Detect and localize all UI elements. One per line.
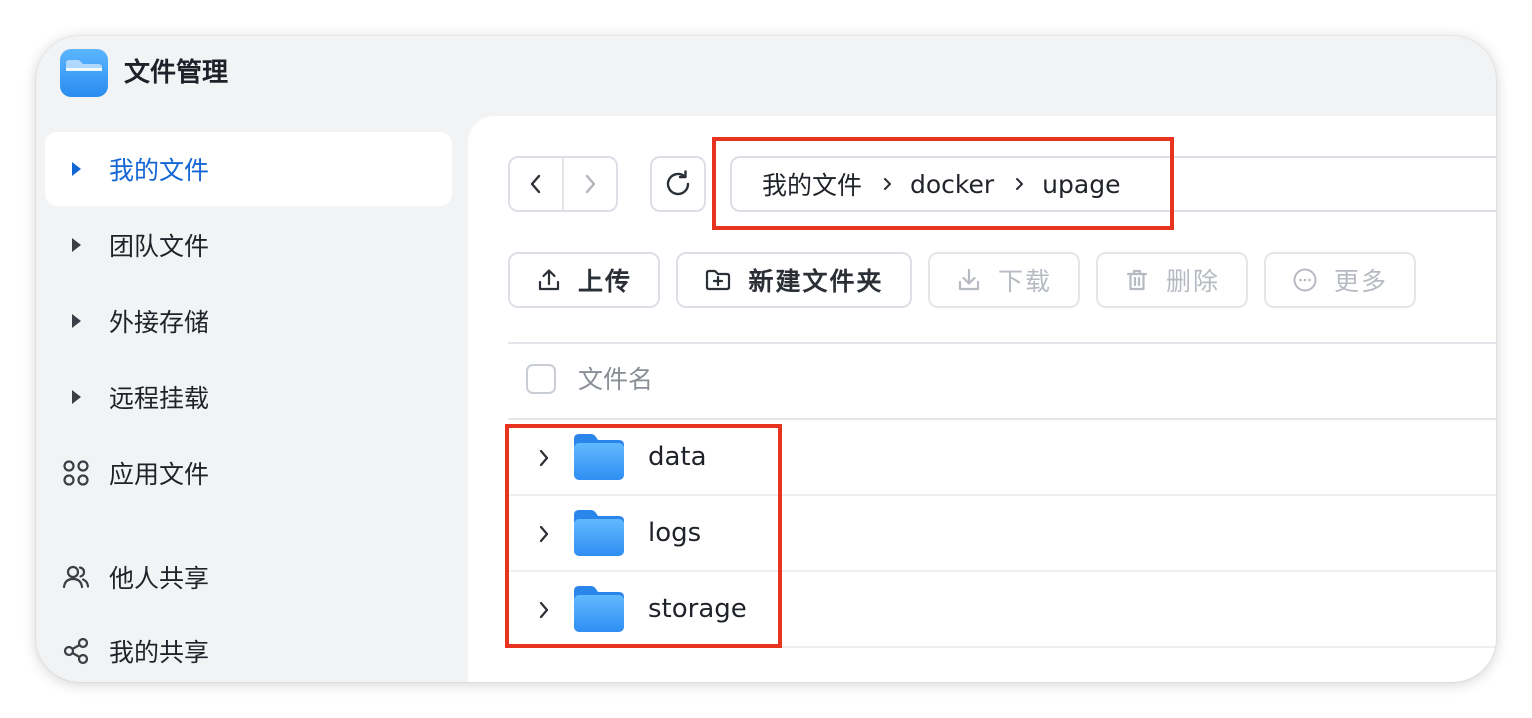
folder-app-icon <box>60 49 108 97</box>
sidebar-item-external-storage[interactable]: 外接存储 <box>45 284 452 358</box>
caret-right-icon <box>61 230 91 260</box>
trash-icon <box>1124 267 1150 293</box>
sidebar-item-app-files[interactable]: 应用文件 <box>45 436 452 510</box>
sidebar-item-team-files[interactable]: 团队文件 <box>45 208 452 282</box>
history-nav-group <box>508 156 618 212</box>
sidebar-item-label: 他人共享 <box>109 564 210 593</box>
chevron-right-icon <box>585 174 596 194</box>
sidebar-item-shared-with-me[interactable]: 他人共享 <box>45 540 452 614</box>
file-name: data <box>648 442 707 472</box>
divider <box>508 646 1496 648</box>
table-row[interactable]: storage <box>508 572 1496 648</box>
select-all-checkbox[interactable] <box>526 364 556 394</box>
upload-icon <box>536 267 562 293</box>
expand-chevron-icon[interactable] <box>534 447 554 469</box>
caret-right-icon <box>61 306 91 336</box>
forward-button[interactable] <box>564 158 616 210</box>
sidebar-item-label: 应用文件 <box>109 460 210 489</box>
main-panel: 我的文件 docker upage 上传 新建文件夹 下载 删除 更多 文件名 … <box>468 116 1496 682</box>
sidebar-item-label: 我的文件 <box>109 156 210 185</box>
table-row[interactable]: logs <box>508 496 1496 572</box>
app-title: 文件管理 <box>124 58 229 88</box>
caret-right-icon <box>61 382 91 412</box>
folder-icon <box>574 586 624 632</box>
file-name: storage <box>648 594 747 624</box>
breadcrumb-item-docker[interactable]: docker <box>910 170 994 199</box>
folder-icon <box>574 510 624 556</box>
users-icon <box>61 562 91 592</box>
sidebar-item-remote-mount[interactable]: 远程挂载 <box>45 360 452 434</box>
share-icon <box>61 636 91 666</box>
expand-chevron-icon[interactable] <box>534 599 554 621</box>
apps-grid-icon <box>61 458 91 488</box>
folder-icon <box>574 434 624 480</box>
refresh-icon <box>666 170 690 196</box>
upload-button[interactable]: 上传 <box>508 252 660 308</box>
expand-chevron-icon[interactable] <box>534 523 554 545</box>
sidebar-item-my-shares[interactable]: 我的共享 <box>45 614 452 682</box>
table-header: 文件名 <box>508 344 1496 418</box>
caret-right-icon <box>61 154 91 184</box>
delete-button[interactable]: 删除 <box>1096 252 1248 308</box>
refresh-button[interactable] <box>650 156 706 212</box>
download-button[interactable]: 下载 <box>928 252 1080 308</box>
table-row[interactable]: data <box>508 420 1496 496</box>
sidebar-item-label: 外接存储 <box>109 308 210 337</box>
chevron-right-icon <box>1014 176 1024 192</box>
chevron-left-icon <box>530 174 541 194</box>
sidebar-item-label: 我的共享 <box>109 638 210 667</box>
more-button[interactable]: 更多 <box>1264 252 1416 308</box>
sidebar-item-label: 远程挂载 <box>109 384 210 413</box>
file-name: logs <box>648 518 702 548</box>
breadcrumb-item-my-files[interactable]: 我的文件 <box>762 166 862 202</box>
new-folder-button[interactable]: 新建文件夹 <box>676 252 912 308</box>
sidebar-item-label: 团队文件 <box>109 232 210 261</box>
more-icon <box>1292 267 1318 293</box>
folder-plus-icon <box>704 267 732 293</box>
breadcrumb: 我的文件 docker upage <box>730 156 1496 212</box>
column-header-name[interactable]: 文件名 <box>578 364 653 396</box>
back-button[interactable] <box>510 158 562 210</box>
download-icon <box>956 267 982 293</box>
breadcrumb-item-upage[interactable]: upage <box>1042 170 1120 199</box>
chevron-right-icon <box>882 176 892 192</box>
file-manager-window: 文件管理 我的文件 团队文件 外接存储 远程挂载 应用文件 他人共享 我的共享 … <box>36 36 1496 682</box>
sidebar-item-my-files[interactable]: 我的文件 <box>45 132 452 206</box>
